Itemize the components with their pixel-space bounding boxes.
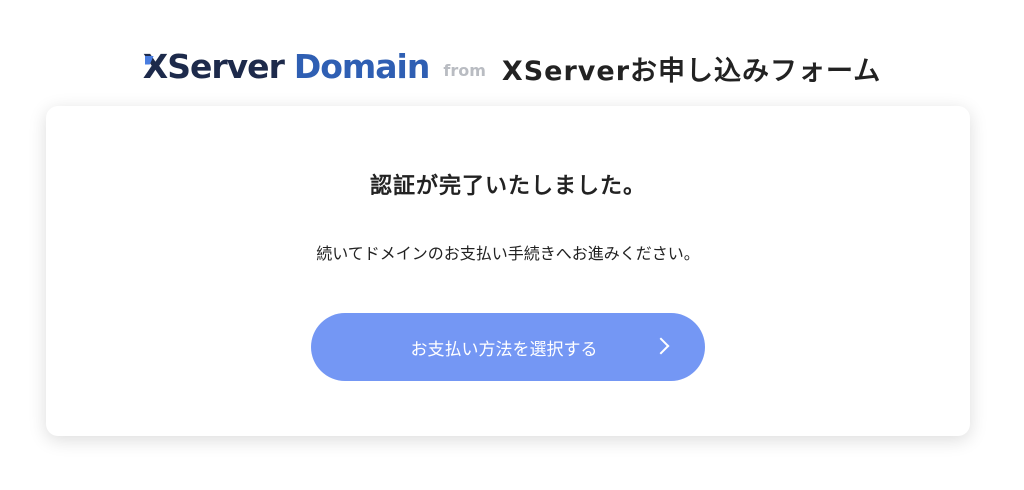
form-title: XServerお申し込みフォーム: [501, 55, 882, 87]
chevron-right-icon: [652, 337, 670, 355]
page-heading: 認証が完了いたしました。: [369, 174, 646, 199]
confirmation-card: 認証が完了いたしました。 続いてドメインのお支払い手続きへお進みください。 お支…: [46, 106, 970, 436]
from-label: from: [443, 60, 486, 80]
instruction-text: 続いてドメインのお支払い手続きへお進みください。: [316, 244, 700, 263]
xserver-domain-logo: X Server Domain: [142, 46, 431, 86]
header: X Server Domain from XServerお申し込みフォーム: [0, 38, 1024, 94]
select-payment-method-button[interactable]: お支払い方法を選択する: [311, 313, 705, 381]
button-label: お支払い方法を選択する: [410, 339, 598, 360]
logo-x: X: [142, 46, 168, 86]
logo-server: Server: [167, 46, 285, 86]
logo-domain: Domain: [293, 46, 431, 86]
